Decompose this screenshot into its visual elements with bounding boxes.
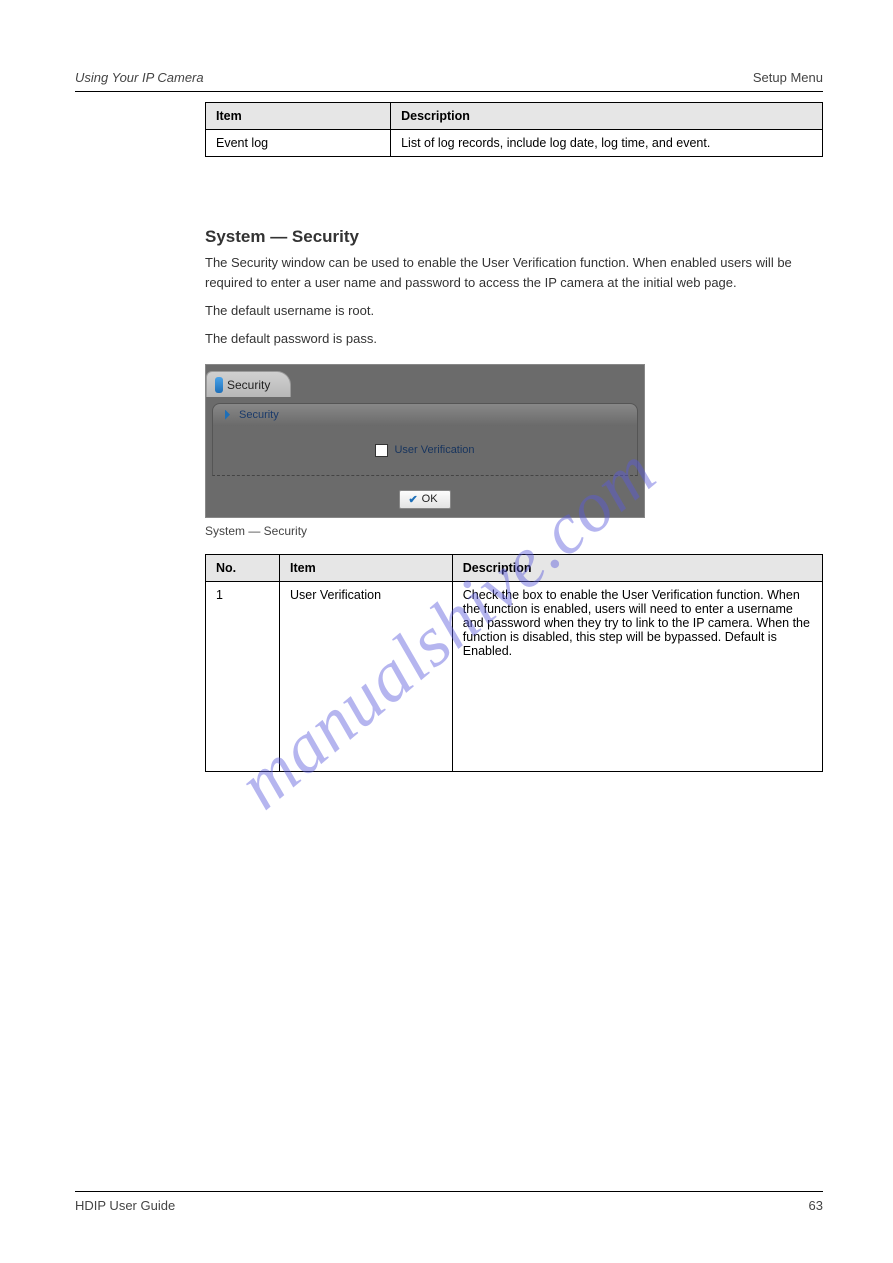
header-right: Setup Menu: [753, 70, 823, 85]
table1-cell-item: Event log: [206, 130, 391, 157]
section-paragraph-2: The default username is root.: [205, 301, 823, 321]
header-left: Using Your IP Camera: [75, 70, 204, 85]
panel-footer: ✔ OK: [206, 480, 644, 517]
table2-cell-item: User Verification: [280, 581, 453, 771]
panel-body: User Verification: [212, 426, 638, 476]
panel-header-label: Security: [239, 409, 279, 421]
table2-cell-desc: Check the box to enable the User Verific…: [452, 581, 822, 771]
section-paragraph-3: The default password is pass.: [205, 329, 823, 349]
ok-button[interactable]: ✔ OK: [399, 490, 450, 509]
table2-header-description: Description: [452, 554, 822, 581]
section-paragraph-1: The Security window can be used to enabl…: [205, 253, 823, 293]
page-footer: HDIP User Guide 63: [75, 1191, 823, 1213]
footer-left: HDIP User Guide: [75, 1198, 175, 1213]
table2-header-no: No.: [206, 554, 280, 581]
table1-header-description: Description: [391, 103, 823, 130]
figure-caption: System — Security: [205, 524, 823, 538]
section-title: System — Security: [205, 227, 823, 247]
table2-cell-no: 1: [206, 581, 280, 771]
security-panel-screenshot: Security Security User Verification ✔ OK: [205, 364, 645, 518]
tab-security[interactable]: Security: [206, 371, 291, 397]
check-icon: ✔: [408, 493, 417, 506]
user-verification-label: User Verification: [394, 444, 474, 456]
table-row: 1 User Verification Check the box to ena…: [206, 581, 823, 771]
table-row: Event log List of log records, include l…: [206, 130, 823, 157]
tab-icon: [215, 377, 223, 393]
footer-page-number: 63: [809, 1198, 823, 1213]
table2-header-item: Item: [280, 554, 453, 581]
table1-cell-desc: List of log records, include log date, l…: [391, 130, 823, 157]
ok-button-label: OK: [422, 493, 438, 505]
tab-bar: Security: [206, 365, 644, 397]
item-description-table: Item Description Event log List of log r…: [205, 102, 823, 157]
panel-header: Security: [212, 403, 638, 426]
table1-header-item: Item: [206, 103, 391, 130]
tab-label: Security: [227, 378, 270, 392]
no-item-description-table: No. Item Description 1 User Verification…: [205, 554, 823, 772]
user-verification-checkbox[interactable]: [375, 444, 388, 457]
page-header: Using Your IP Camera Setup Menu: [75, 70, 823, 92]
arrow-icon: [223, 410, 233, 420]
